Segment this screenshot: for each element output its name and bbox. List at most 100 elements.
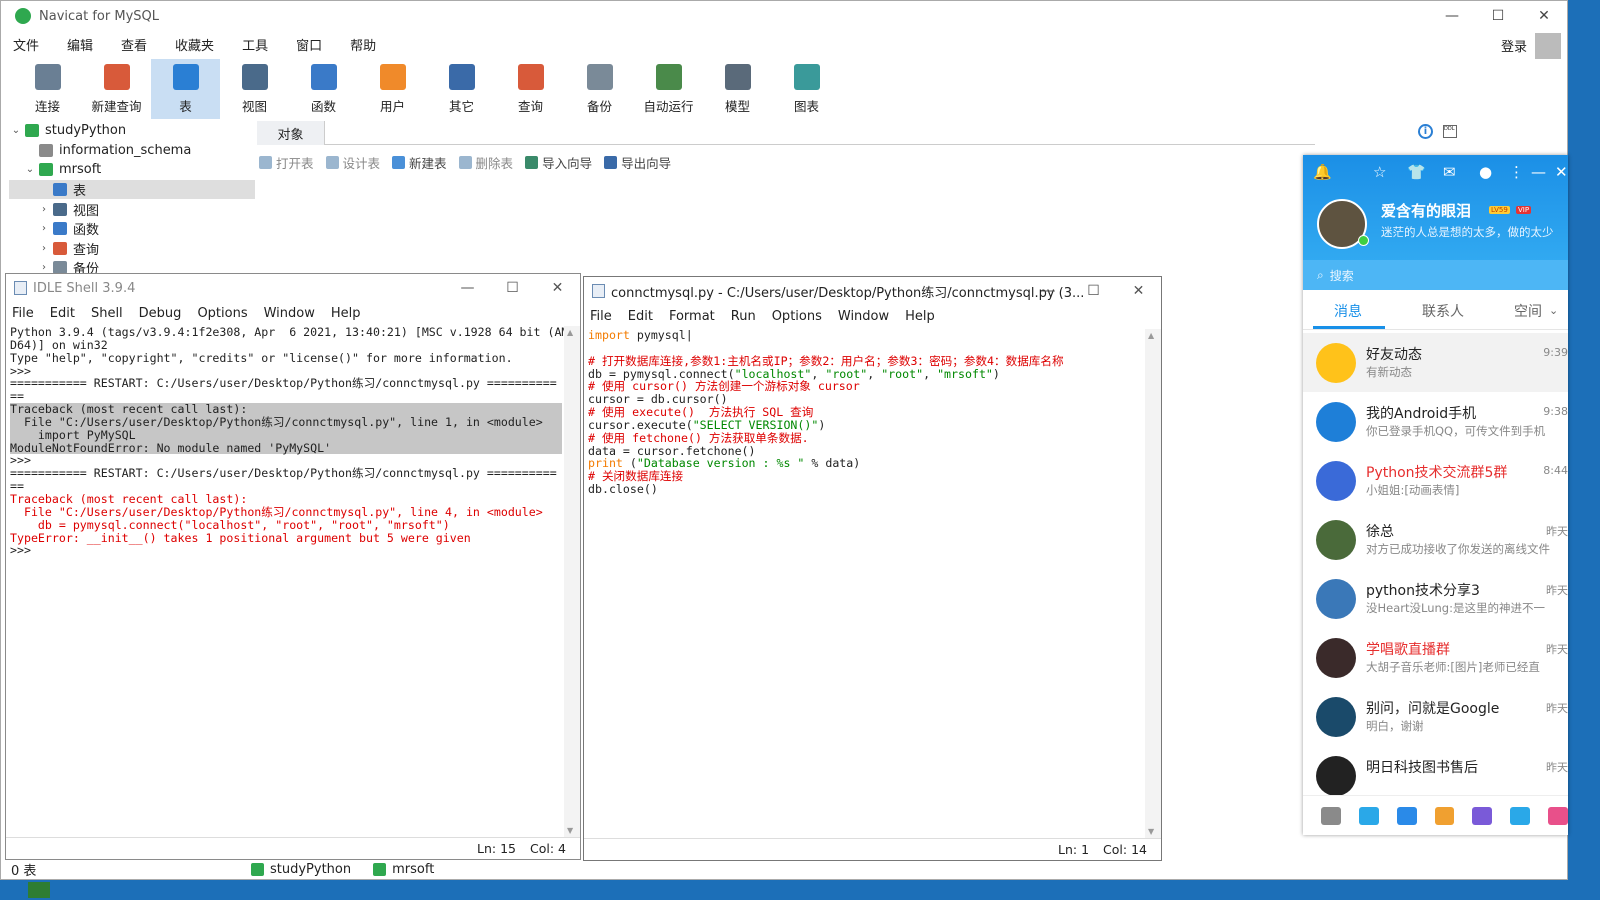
- menu-edit[interactable]: Edit: [628, 309, 653, 324]
- chevron-right-icon[interactable]: ›: [37, 262, 51, 273]
- menu-icon[interactable]: [1321, 806, 1341, 825]
- online-status-icon[interactable]: [1358, 235, 1369, 246]
- chevron-down-icon[interactable]: ⌄: [9, 125, 23, 136]
- qq-search-input[interactable]: ⌕ 搜索: [1303, 260, 1568, 290]
- file-icon[interactable]: [1396, 806, 1417, 825]
- menu-file[interactable]: File: [590, 309, 612, 324]
- toolbar-function-button[interactable]: 函数: [289, 59, 358, 119]
- import-wizard-button[interactable]: 导入向导: [525, 153, 592, 172]
- excel-taskbar-icon[interactable]: [28, 882, 50, 898]
- tree-item[interactable]: ⌄ studyPython: [9, 121, 255, 141]
- menu-edit[interactable]: Edit: [50, 306, 75, 321]
- menu-options[interactable]: Options: [772, 309, 822, 324]
- tree-item[interactable]: › 查询: [9, 239, 255, 259]
- menu-help[interactable]: Help: [905, 309, 935, 324]
- list-item[interactable]: 学唱歌直播群 大胡子音乐老师:[图片]老师已经直 昨天: [1303, 628, 1568, 687]
- menu-options[interactable]: Options: [197, 306, 247, 321]
- design-table-button[interactable]: 设计表: [325, 153, 380, 172]
- toolbar-chart-button[interactable]: 图表: [772, 59, 841, 119]
- list-item[interactable]: python技术分享3 没Heart没Lung:是这里的神进不一 昨天: [1303, 569, 1568, 628]
- pet-icon[interactable]: ●: [1479, 163, 1492, 181]
- menu-window[interactable]: 窗口: [296, 35, 322, 54]
- list-item[interactable]: 徐总 对方已成功接收了你发送的离线文件 昨天: [1303, 510, 1568, 569]
- menu-file[interactable]: 文件: [13, 35, 39, 54]
- skin-icon[interactable]: 👕: [1407, 163, 1426, 181]
- list-item[interactable]: Python技术交流群5群 小姐姐:[动画表情] 8:44: [1303, 451, 1568, 510]
- toolbar-model-button[interactable]: 模型: [703, 59, 772, 119]
- tab-space[interactable]: 空间: [1514, 301, 1542, 321]
- new-table-button[interactable]: 新建表: [392, 153, 447, 172]
- minimize-icon[interactable]: —: [1429, 1, 1475, 31]
- delete-table-button[interactable]: 删除表: [458, 153, 513, 172]
- editor-scrollbar[interactable]: [1145, 329, 1161, 838]
- list-item[interactable]: 别问，问就是Google 明白，谢谢 昨天: [1303, 687, 1568, 746]
- menu-view[interactable]: 查看: [121, 35, 147, 54]
- tree-item[interactable]: information_schema: [9, 141, 255, 161]
- menu-file[interactable]: File: [12, 306, 34, 321]
- export-wizard-button[interactable]: 导出向导: [604, 153, 671, 172]
- qq-signature[interactable]: 迷茫的人总是想的太多，做的太少: [1381, 224, 1554, 240]
- toolbar-table-button[interactable]: 表: [151, 59, 220, 119]
- tab-contacts[interactable]: 联系人: [1422, 301, 1464, 321]
- login-link[interactable]: 登录: [1501, 36, 1527, 55]
- close-icon[interactable]: ✕: [1521, 1, 1567, 31]
- tree-item[interactable]: ⌄ mrsoft: [9, 160, 255, 180]
- mail-icon[interactable]: ✉: [1443, 163, 1456, 181]
- minimize-icon[interactable]: —: [1531, 163, 1546, 181]
- chevron-right-icon[interactable]: ›: [37, 223, 51, 234]
- menu-help[interactable]: Help: [331, 306, 361, 321]
- minimize-icon[interactable]: —: [445, 274, 490, 302]
- toolbar-plug-button[interactable]: 连接: [13, 59, 82, 119]
- chevron-right-icon[interactable]: ›: [37, 204, 51, 215]
- menu-shell[interactable]: Shell: [91, 306, 123, 321]
- close-icon[interactable]: ✕: [1555, 163, 1568, 181]
- add-contact-icon[interactable]: [1358, 806, 1379, 825]
- menu-debug[interactable]: Debug: [139, 306, 182, 321]
- cloud-icon[interactable]: [1510, 806, 1531, 825]
- menu-window[interactable]: Window: [838, 309, 889, 324]
- toolbar-query-button[interactable]: 查询: [496, 59, 565, 119]
- open-table-button[interactable]: 打开表: [259, 153, 314, 172]
- minimize-icon[interactable]: —: [1026, 277, 1071, 305]
- toolbar-tools-button[interactable]: 其它: [427, 59, 496, 119]
- game-icon[interactable]: [1472, 806, 1493, 825]
- menu-window[interactable]: Window: [264, 306, 315, 321]
- shell-scrollbar[interactable]: [564, 326, 580, 837]
- maximize-icon[interactable]: ☐: [1475, 1, 1521, 31]
- tree-item[interactable]: › 视图: [9, 199, 255, 219]
- info-icon[interactable]: i: [1418, 124, 1433, 139]
- chevron-right-icon[interactable]: ›: [37, 243, 51, 254]
- tree-item[interactable]: › 函数: [9, 219, 255, 239]
- menu-edit[interactable]: 编辑: [67, 35, 93, 54]
- shell-output[interactable]: Python 3.9.4 (tags/v3.9.4:1f2e308, Apr 6…: [10, 326, 568, 557]
- close-icon[interactable]: ✕: [535, 274, 580, 302]
- maximize-icon[interactable]: ☐: [1071, 277, 1116, 305]
- apps-grid-icon[interactable]: [1548, 806, 1568, 825]
- toolbar-new-query-button[interactable]: 新建查询: [82, 59, 151, 119]
- chevron-down-icon[interactable]: ⌄: [23, 164, 37, 175]
- star-icon[interactable]: ☆: [1373, 163, 1386, 181]
- menu-format[interactable]: Format: [669, 309, 715, 324]
- more-icon[interactable]: ⋮: [1509, 163, 1524, 181]
- menu-favorites[interactable]: 收藏夹: [175, 35, 214, 54]
- toolbar-schedule-button[interactable]: 自动运行: [634, 59, 703, 119]
- ddl-icon[interactable]: DDL: [1443, 125, 1457, 138]
- editor-code[interactable]: import pymysql| # 打开数据库连接,参数1:主机名或IP；参数2…: [588, 329, 1143, 496]
- tree-item[interactable]: 表: [9, 179, 255, 200]
- tab-objects[interactable]: 对象: [257, 121, 325, 145]
- user-avatar-icon[interactable]: [1535, 33, 1561, 59]
- list-item[interactable]: 好友动态 有新动态 9:39: [1303, 333, 1568, 392]
- toolbar-backup-button[interactable]: 备份: [565, 59, 634, 119]
- toolbar-view-button[interactable]: 视图: [220, 59, 289, 119]
- tab-messages[interactable]: 消息: [1334, 301, 1362, 321]
- maximize-icon[interactable]: ☐: [490, 274, 535, 302]
- app-icon[interactable]: [1434, 806, 1455, 825]
- close-icon[interactable]: ✕: [1116, 277, 1161, 305]
- toolbar-user-button[interactable]: 用户: [358, 59, 427, 119]
- chevron-down-icon[interactable]: ⌄: [1549, 304, 1558, 317]
- menu-help[interactable]: 帮助: [350, 35, 376, 54]
- menu-run[interactable]: Run: [731, 309, 756, 324]
- menu-tools[interactable]: 工具: [242, 35, 268, 54]
- list-item[interactable]: 我的Android手机 你已登录手机QQ，可传文件到手机 9:38: [1303, 392, 1568, 451]
- bell-icon[interactable]: 🔔: [1313, 163, 1332, 181]
